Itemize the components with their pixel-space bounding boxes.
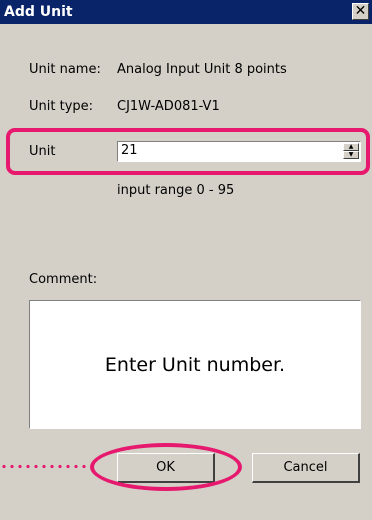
close-glyph: ✕ — [354, 3, 367, 19]
dialog-title-bar: Add Unit ✕ — [0, 0, 372, 24]
dotted-leader-line — [0, 465, 90, 468]
comment-textarea[interactable]: Enter Unit number. — [29, 300, 361, 429]
unit-name-label: Unit name: — [29, 62, 101, 77]
dialog-title: Add Unit — [4, 4, 73, 20]
callout-text: Enter Unit number. — [104, 353, 286, 376]
comment-label: Comment: — [29, 272, 98, 287]
unit-name-value: Analog Input Unit 8 points — [117, 62, 287, 77]
close-icon[interactable]: ✕ — [352, 3, 369, 20]
unit-type-value: CJ1W-AD081-V1 — [117, 99, 220, 114]
ok-highlight-ellipse — [90, 443, 242, 491]
cancel-button[interactable]: Cancel — [252, 453, 360, 483]
input-range-hint: input range 0 - 95 — [117, 183, 235, 198]
unit-highlight-frame — [6, 128, 370, 175]
unit-type-label: Unit type: — [29, 99, 94, 114]
